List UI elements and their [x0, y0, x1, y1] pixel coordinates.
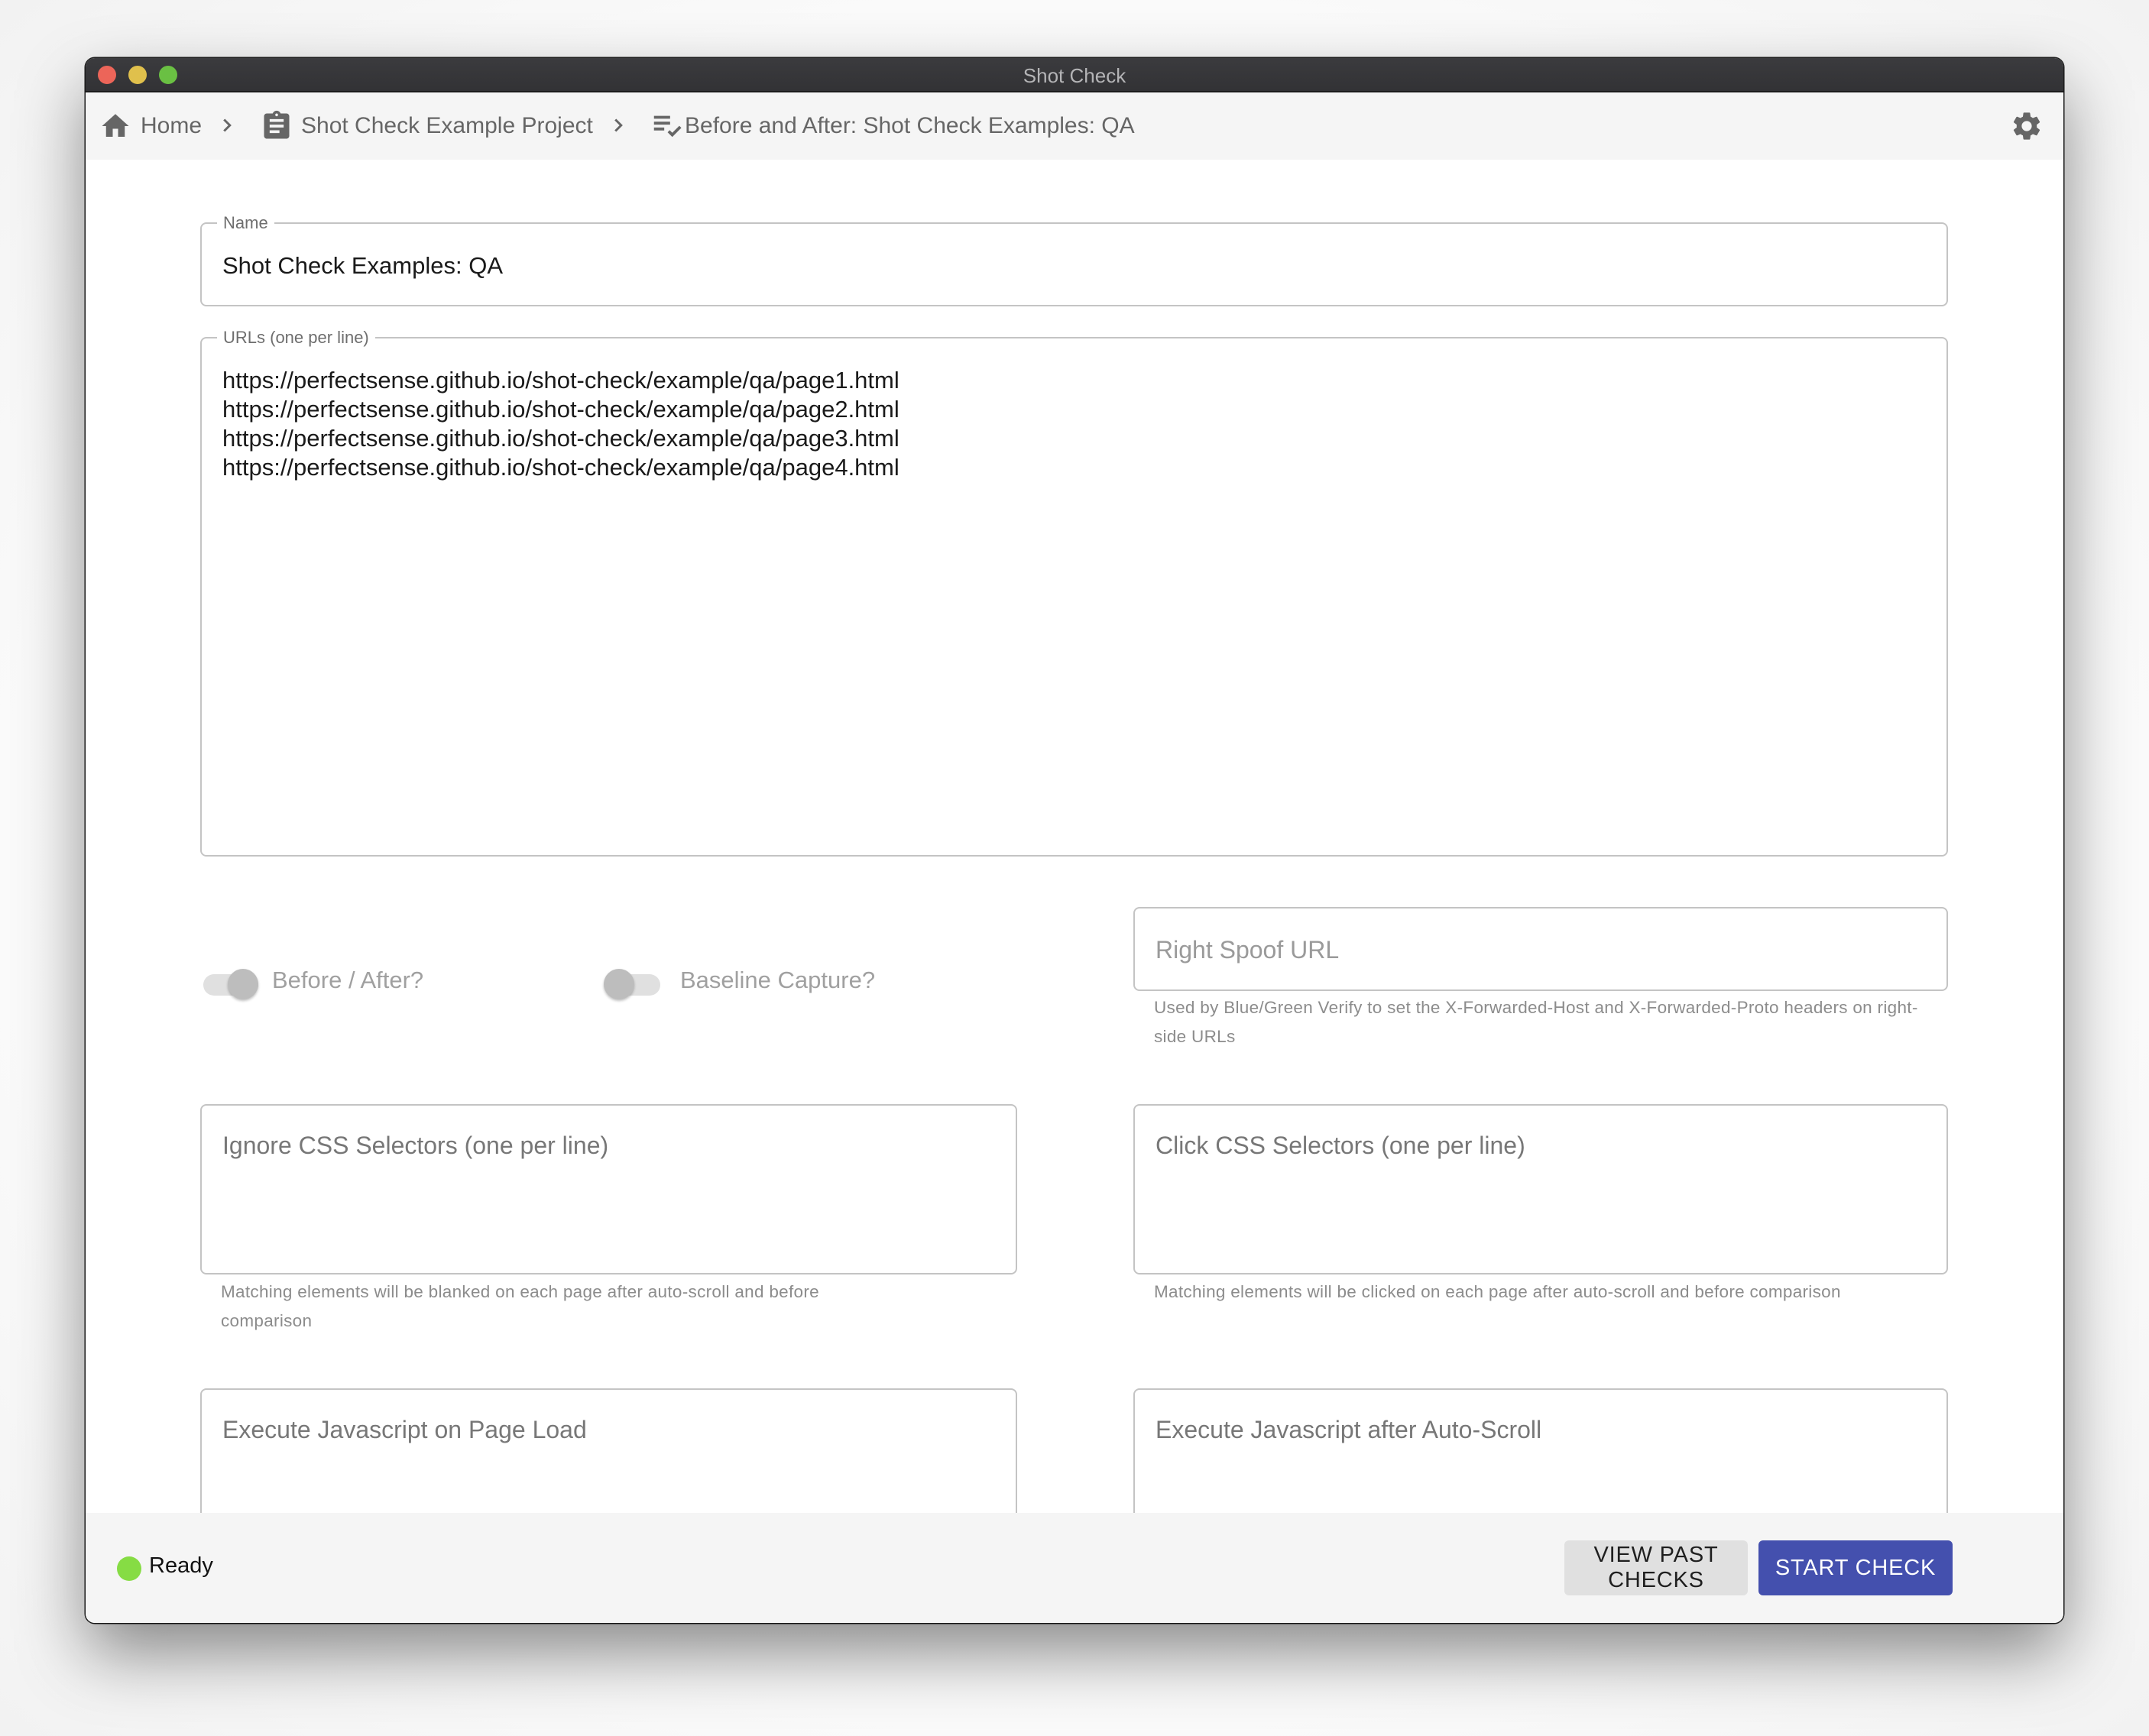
js-after-auto-scroll-placeholder: Execute Javascript after Auto-Scroll: [1156, 1416, 1542, 1443]
checklist-icon: [653, 115, 682, 138]
js-on-page-load-placeholder: Execute Javascript on Page Load: [222, 1416, 587, 1443]
ignore-css-selectors-textarea[interactable]: Ignore CSS Selectors (one per line): [200, 1104, 1017, 1274]
right-spoof-url-helper: Used by Blue/Green Verify to set the X-F…: [1154, 998, 1918, 1046]
name-field-value: Shot Check Examples: QA: [222, 252, 503, 279]
home-icon: [102, 114, 129, 137]
chevron-right-icon: [223, 118, 232, 132]
breadcrumb-home-label: Home: [141, 113, 203, 138]
urls-textarea-label: URLs (one per line): [217, 328, 375, 348]
baseline-capture-label: Baseline Capture?: [680, 967, 876, 993]
view-past-checks-button[interactable]: VIEW PAST CHECKS: [1564, 1540, 1748, 1595]
name-field[interactable]: Name Shot Check Examples: QA: [200, 213, 1948, 306]
before-after-label: Before / After?: [272, 967, 424, 993]
ignore-css-selectors-helper: Matching elements will be blanked on eac…: [221, 1282, 819, 1330]
js-after-auto-scroll-textarea[interactable]: Execute Javascript after Auto-Scroll: [1133, 1388, 1948, 1513]
window-title: Shot Check: [1023, 64, 1126, 87]
start-check-button[interactable]: START CHECK: [1758, 1540, 1953, 1595]
breadcrumb: Home Shot Check Example Project Before a…: [86, 92, 2063, 160]
breadcrumb-project[interactable]: Shot Check Example Project: [260, 92, 593, 160]
status-indicator-icon: [117, 1556, 141, 1581]
click-css-selectors-textarea[interactable]: Click CSS Selectors (one per line): [1133, 1104, 1948, 1274]
js-on-page-load-textarea[interactable]: Execute Javascript on Page Load: [200, 1388, 1017, 1513]
breadcrumb-current-label: Before and After: Shot Check Examples: Q…: [685, 113, 1135, 138]
urls-textarea[interactable]: URLs (one per line) https://perfectsense…: [200, 328, 1948, 857]
toggle-thumb: [604, 969, 634, 999]
before-after-toggle[interactable]: [202, 964, 260, 999]
form-content: Name Shot Check Examples: QA URLs (one p…: [86, 160, 2063, 1513]
title-bar: Shot Check: [86, 58, 2063, 92]
breadcrumb-project-label: Shot Check Example Project: [301, 113, 593, 138]
gear-icon[interactable]: [2010, 109, 2044, 143]
clipboard-icon: [264, 110, 290, 139]
name-field-label: Name: [217, 213, 274, 233]
app-window: Shot Check Home Shot Check Example Proje…: [86, 58, 2063, 1623]
breadcrumb-current-check[interactable]: Before and After: Shot Check Examples: Q…: [650, 92, 1135, 160]
footer-bar: Ready VIEW PAST CHECKS START CHECK: [86, 1513, 2063, 1623]
right-spoof-url-input[interactable]: Right Spoof URL: [1133, 907, 1948, 991]
breadcrumb-home[interactable]: Home: [99, 92, 202, 160]
urls-textarea-value: https://perfectsense.github.io/shot-chec…: [222, 367, 899, 481]
ignore-css-selectors-placeholder: Ignore CSS Selectors (one per line): [222, 1132, 609, 1159]
baseline-capture-toggle[interactable]: [604, 964, 662, 999]
chevron-right-icon: [614, 118, 623, 132]
click-css-selectors-placeholder: Click CSS Selectors (one per line): [1156, 1132, 1525, 1159]
right-spoof-url-placeholder: Right Spoof URL: [1156, 936, 1340, 964]
status-text: Ready: [149, 1553, 213, 1578]
click-css-selectors-helper: Matching elements will be clicked on eac…: [1154, 1282, 1841, 1301]
toggle-thumb: [228, 969, 258, 999]
